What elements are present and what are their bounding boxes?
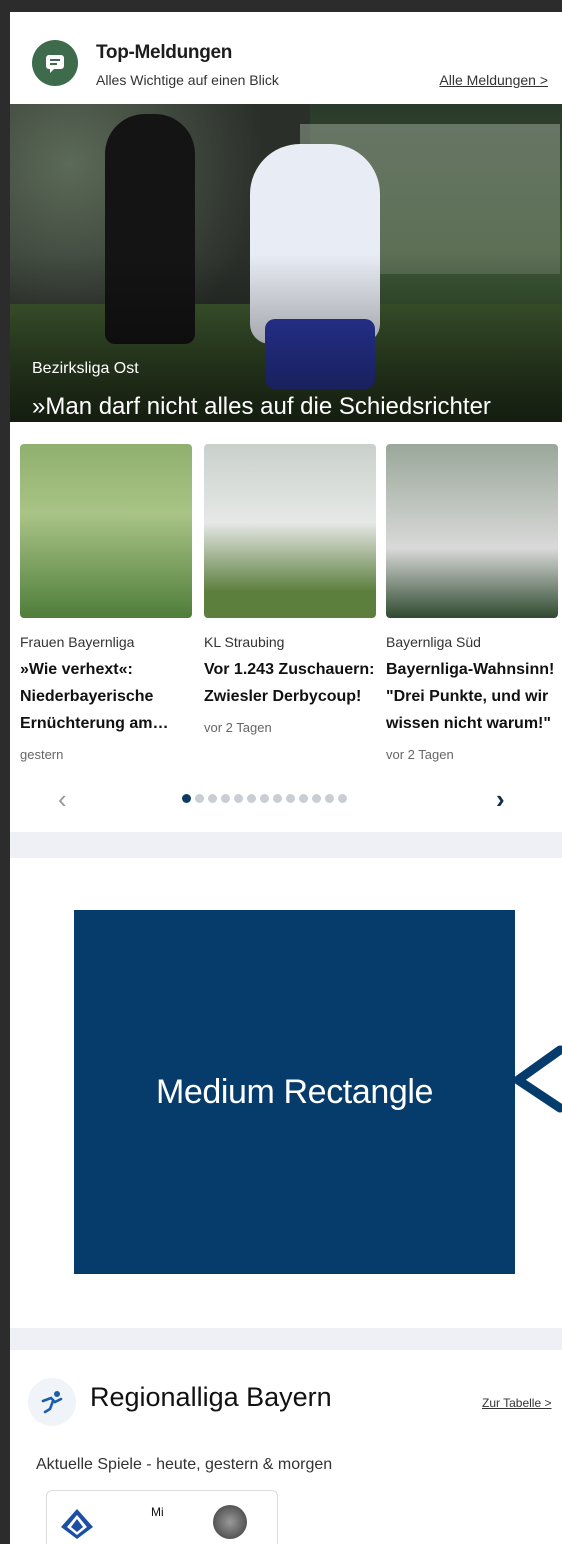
news-item[interactable]: Frauen Bayernliga »Wie verhext«: Niederb… (20, 444, 192, 762)
pager-dot[interactable] (273, 794, 282, 803)
chevron-left-icon[interactable]: ‹ (58, 784, 67, 815)
pager-dot[interactable] (286, 794, 295, 803)
pager-dot[interactable] (247, 794, 256, 803)
hero-category: Bezirksliga Ost (32, 360, 139, 377)
news-title: Bayernliga-Wahnsinn! "Drei Punkte, und w… (386, 661, 555, 732)
news-date: gestern (20, 747, 64, 762)
pager-dot[interactable] (338, 794, 347, 803)
app-frame: Top-Meldungen Alles Wichtige auf einen B… (10, 12, 562, 1544)
news-thumbnail (204, 444, 376, 618)
match-day: Mi (151, 1505, 164, 1519)
pager-dot[interactable] (312, 794, 321, 803)
news-item[interactable]: KL Straubing Vor 1.243 Zuschauern: Zwies… (204, 444, 376, 735)
pager-dot[interactable] (260, 794, 269, 803)
news-title: Vor 1.243 Zuschauern: Zwiesler Derbycoup… (204, 661, 375, 705)
news-item[interactable]: Bayernliga Süd Bayernliga-Wahnsinn! "Dre… (386, 444, 558, 762)
ad-medium-rectangle[interactable]: Medium Rectangle (74, 910, 515, 1274)
regional-league-card: Regionalliga Bayern Zur Tabelle > Aktuel… (10, 1350, 562, 1544)
pager-dot[interactable] (195, 794, 204, 803)
pager-dots (182, 794, 347, 803)
hero-article[interactable]: Bezirksliga Ost »Man darf nicht alles au… (10, 104, 562, 422)
news-category: Frauen Bayernliga (20, 634, 135, 650)
pager-dot[interactable] (325, 794, 334, 803)
chevron-right-icon[interactable]: › (496, 784, 505, 815)
news-thumbnail (20, 444, 192, 618)
arrow-icon (513, 1045, 562, 1113)
pager-dot[interactable] (299, 794, 308, 803)
news-title: »Wie verhext«: Niederbayerische Ernüchte… (20, 661, 169, 732)
match-card[interactable]: Mi (46, 1490, 278, 1544)
pager-dot[interactable] (221, 794, 230, 803)
ad-card: Medium Rectangle (10, 858, 562, 1328)
team-logo (213, 1505, 247, 1539)
news-date: vor 2 Tagen (386, 747, 454, 762)
team-logo (61, 1509, 93, 1539)
football-player-icon (28, 1378, 76, 1426)
table-link[interactable]: Zur Tabelle > (482, 1396, 552, 1410)
hero-title: »Man darf nicht alles auf die Schiedsric… (32, 393, 491, 420)
all-news-link[interactable]: Alle Meldungen > (439, 72, 548, 88)
news-category: KL Straubing (204, 634, 285, 650)
section-subtitle: Alles Wichtige auf einen Blick (96, 72, 279, 88)
league-title: Regionalliga Bayern (90, 1382, 332, 1412)
news-date: vor 2 Tagen (204, 720, 272, 735)
section-title: Top-Meldungen (96, 42, 233, 63)
chat-icon (32, 40, 78, 86)
pager-dot[interactable] (234, 794, 243, 803)
carousel-pager: ‹ › (10, 784, 562, 838)
matches-subtitle: Aktuelle Spiele - heute, gestern & morge… (36, 1456, 333, 1473)
pager-dot[interactable] (208, 794, 217, 803)
news-thumbnail (386, 444, 558, 618)
news-category: Bayernliga Süd (386, 634, 481, 650)
pager-dot[interactable] (182, 794, 191, 803)
top-news-card: Top-Meldungen Alles Wichtige auf einen B… (10, 12, 562, 832)
